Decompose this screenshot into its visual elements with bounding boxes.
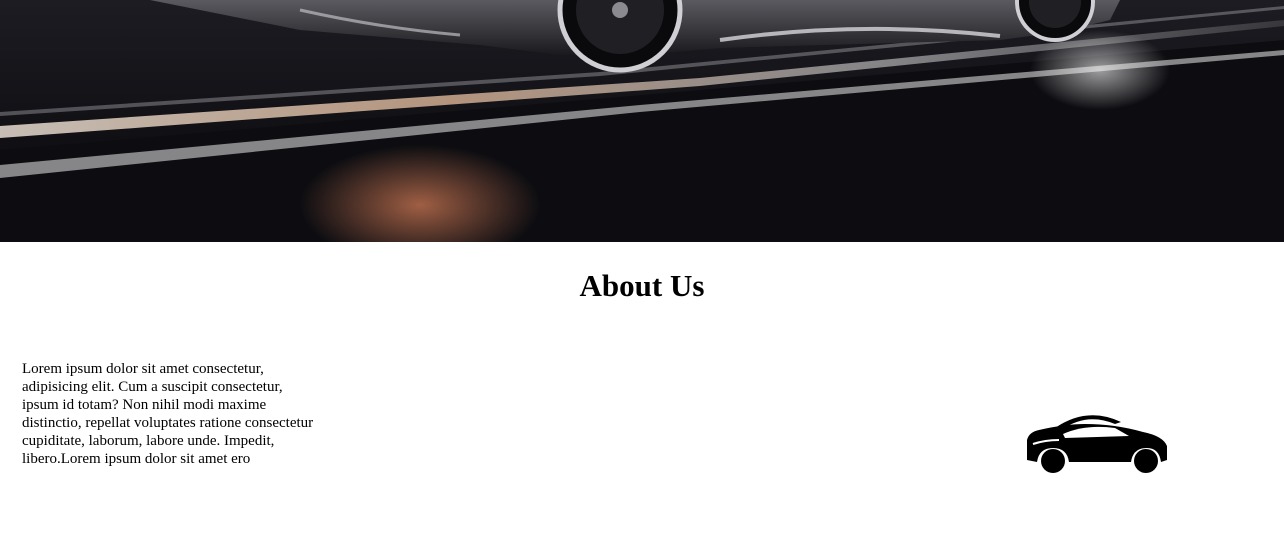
car-icon	[1025, 410, 1169, 476]
hero-image	[0, 0, 1284, 242]
about-text: Lorem ipsum dolor sit amet consectetur, …	[22, 361, 314, 467]
about-title: About Us	[579, 268, 705, 303]
